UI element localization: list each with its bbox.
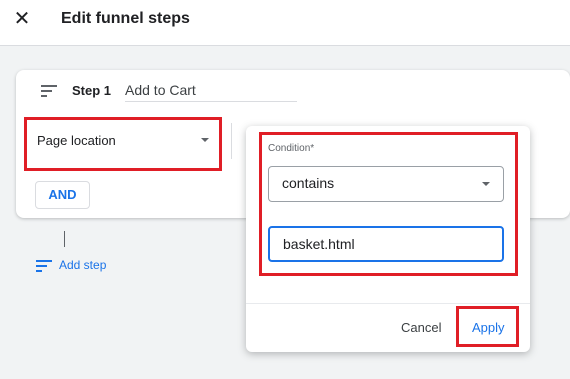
cancel-button[interactable]: Cancel <box>401 320 441 335</box>
condition-highlight-box <box>259 132 518 276</box>
step-connector-line <box>64 231 65 247</box>
popup-divider <box>246 303 530 304</box>
step-number-label: Step 1 <box>72 83 112 98</box>
page-title: Edit funnel steps <box>61 10 190 27</box>
apply-highlight-box <box>456 306 519 347</box>
add-step-link[interactable]: Add step <box>59 258 106 272</box>
sort-lines-icon[interactable] <box>41 85 57 97</box>
dimension-highlight-box <box>24 117 222 171</box>
add-step-lines-icon[interactable] <box>36 260 52 272</box>
close-icon[interactable]: ✕ <box>12 8 32 30</box>
top-bar: ✕ Edit funnel steps <box>0 0 570 46</box>
and-button[interactable]: AND <box>35 181 90 209</box>
vertical-divider <box>231 123 232 159</box>
step-name-field[interactable]: Add to Cart <box>125 82 297 102</box>
